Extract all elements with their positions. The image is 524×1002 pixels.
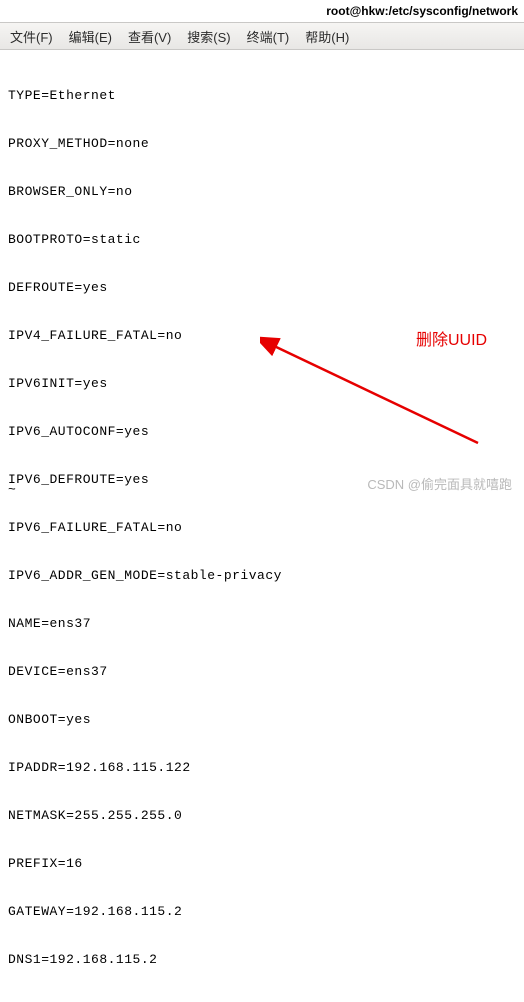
menu-search[interactable]: 搜索(S) [183,25,234,48]
menu-terminal[interactable]: 终端(T) [243,25,294,48]
menu-view[interactable]: 查看(V) [124,25,175,48]
config-line: DNS1=192.168.115.2 [8,952,516,968]
config-line: ONBOOT=yes [8,712,516,728]
config-line: BOOTPROTO=static [8,232,516,248]
config-line: TYPE=Ethernet [8,88,516,104]
vim-tilde: ~ [8,482,16,497]
config-line: NAME=ens37 [8,616,516,632]
config-line: DNS2=114.114.114.114 [8,1000,516,1002]
annotation-text: 删除UUID [416,326,487,350]
editor-content[interactable]: TYPE=Ethernet PROXY_METHOD=none BROWSER_… [0,50,524,1002]
menu-edit[interactable]: 编辑(E) [65,25,116,48]
config-line: BROWSER_ONLY=no [8,184,516,200]
config-line: IPV6_FAILURE_FATAL=no [8,520,516,536]
config-line: GATEWAY=192.168.115.2 [8,904,516,920]
config-line: DEFROUTE=yes [8,280,516,296]
config-line: IPADDR=192.168.115.122 [8,760,516,776]
config-line: DEVICE=ens37 [8,664,516,680]
menu-file[interactable]: 文件(F) [6,25,57,48]
menu-bar: 文件(F) 编辑(E) 查看(V) 搜索(S) 终端(T) 帮助(H) [0,22,524,50]
config-line: NETMASK=255.255.255.0 [8,808,516,824]
config-line: PROXY_METHOD=none [8,136,516,152]
watermark: CSDN @偷完面具就嘻跑 [367,474,512,493]
config-line: IPV6_ADDR_GEN_MODE=stable-privacy [8,568,516,584]
config-line: IPV6_AUTOCONF=yes [8,424,516,440]
config-line: PREFIX=16 [8,856,516,872]
menu-help[interactable]: 帮助(H) [301,25,353,48]
config-line: IPV6INIT=yes [8,376,516,392]
window-title: root@hkw:/etc/sysconfig/network [0,0,524,22]
